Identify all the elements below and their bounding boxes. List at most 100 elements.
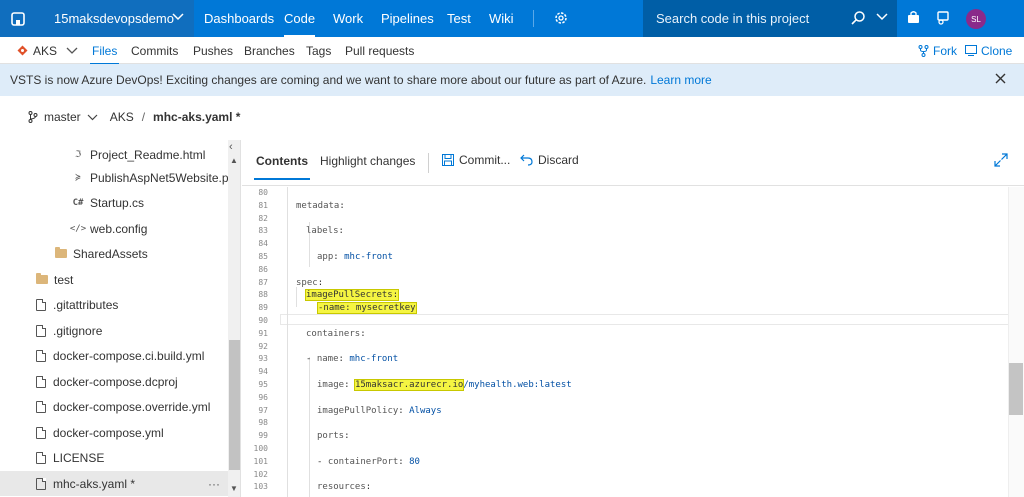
file-icon <box>36 451 46 464</box>
tree-item[interactable]: ℑ Project_Readme.html <box>72 142 240 167</box>
tree-item[interactable]: </> web.config <box>70 216 240 241</box>
nav-work[interactable]: Work <box>333 0 363 37</box>
line-number: 83 <box>258 226 268 236</box>
line-number: 91 <box>258 328 268 338</box>
code-key: resources <box>317 482 366 493</box>
code-key: name <box>316 354 339 365</box>
help-person-icon[interactable] <box>935 10 951 26</box>
nav-wiki[interactable]: Wiki <box>489 0 514 37</box>
code-value: /myhealth.web:latest <box>463 380 572 390</box>
tab-highlight-changes[interactable]: Highlight changes <box>320 154 415 168</box>
commit-button[interactable]: Commit... <box>442 153 510 167</box>
branch-selector[interactable]: master <box>44 110 81 124</box>
discard-button[interactable]: Discard <box>520 153 579 167</box>
more-options-icon[interactable]: ··· <box>208 477 220 491</box>
tab-contents[interactable]: Contents <box>254 154 310 180</box>
close-icon[interactable] <box>995 73 1006 84</box>
learn-more-link[interactable]: Learn more <box>650 73 711 87</box>
tab-pull-requests[interactable]: Pull requests <box>345 37 414 64</box>
tree-item[interactable]: docker-compose.yml <box>36 420 240 445</box>
breadcrumb-repo[interactable]: AKS <box>110 110 134 124</box>
code-line: image: 15maksacr.azurecr.io/myhealth.web… <box>317 379 572 392</box>
code-punctuation: : <box>344 380 355 390</box>
chevron-down-icon[interactable] <box>87 114 98 121</box>
search-icon[interactable] <box>850 10 866 26</box>
tree-item[interactable]: docker-compose.override.yml <box>36 394 240 419</box>
shopping-bag-icon[interactable] <box>906 10 921 25</box>
clone-button[interactable]: Clone <box>965 37 1012 64</box>
tree-folder[interactable]: SharedAssets <box>55 241 240 266</box>
tree-item[interactable]: LICENSE <box>36 445 240 470</box>
indent-guide <box>296 287 297 307</box>
code-list-dash: - <box>306 354 317 365</box>
code-key: metadata <box>296 200 340 211</box>
top-navigation-bar: 15maksdevopsdemo Dashboards Code Work Pi… <box>0 0 1024 37</box>
nav-test[interactable]: Test <box>447 0 471 37</box>
sidebar-scrollbar-thumb[interactable] <box>229 340 240 470</box>
line-number: 87 <box>258 277 268 287</box>
azure-devops-logo-icon[interactable] <box>0 0 36 37</box>
file-icon <box>36 324 46 337</box>
line-number: 100 <box>253 444 268 453</box>
code-key: labels <box>306 226 339 237</box>
scroll-up-icon[interactable]: ▲ <box>230 156 238 165</box>
scroll-down-icon[interactable]: ▼ <box>230 484 238 493</box>
folder-icon <box>55 247 67 258</box>
tab-tags[interactable]: Tags <box>306 37 331 64</box>
code-punctuation: : <box>398 405 410 416</box>
code-search-box[interactable]: Search code in this project <box>643 0 897 37</box>
breadcrumb-file: mhc-aks.yaml * <box>153 110 241 124</box>
tree-item[interactable]: ≽ PublishAspNet5Website.ps1 <box>72 165 240 190</box>
repo-selector[interactable]: AKS <box>17 37 78 64</box>
nav-code[interactable]: Code <box>284 0 316 37</box>
tab-branches[interactable]: Branches <box>244 37 295 64</box>
project-selector[interactable]: 15maksdevopsdemo <box>36 0 194 37</box>
line-number: 95 <box>258 380 268 389</box>
fork-button[interactable]: Fork <box>918 37 957 64</box>
code-punctuation: : <box>344 431 350 442</box>
line-number: 102 <box>253 469 268 479</box>
tab-files[interactable]: Files <box>89 37 120 65</box>
code-line: - name: mhc-front <box>306 353 398 366</box>
nav-dashboards[interactable]: Dashboards <box>204 0 274 37</box>
code-punctuation: : <box>333 252 345 262</box>
tree-item[interactable]: docker-compose.dcproj <box>36 369 240 394</box>
nav-pipelines[interactable]: Pipelines <box>381 0 434 37</box>
code-line: containers: <box>306 328 366 341</box>
code-editor[interactable]: 80 81 82 83 84 85 86 87 88 89 90 91 92 93 94 95 96 97 98 99… <box>242 187 1024 497</box>
chevron-down-icon[interactable] <box>876 13 888 21</box>
expand-icon[interactable] <box>994 153 1008 167</box>
repo-subnav: AKS Files Commits Pushes Branches Tags P… <box>0 37 1024 65</box>
file-icon <box>36 298 46 311</box>
tree-item-selected[interactable]: mhc-aks.yaml * ··· <box>0 471 228 496</box>
file-icon <box>36 477 46 490</box>
code-key: image <box>317 380 345 390</box>
tree-item[interactable]: .gitattributes <box>36 292 240 317</box>
tree-item[interactable]: docker-compose.ci.build.yml <box>36 343 240 368</box>
tab-pushes[interactable]: Pushes <box>193 37 233 64</box>
line-number: 80 <box>258 188 268 197</box>
code-key: containers <box>306 328 361 339</box>
chevron-down-icon <box>172 13 184 21</box>
tree-item[interactable]: .gitignore <box>36 318 240 343</box>
code-punctuation: : <box>338 354 350 365</box>
avatar[interactable]: SL <box>966 9 986 29</box>
announcement-banner: VSTS is now Azure DevOps! Exciting chang… <box>0 64 1024 96</box>
tree-folder[interactable]: test <box>36 267 240 292</box>
collapse-sidebar-icon[interactable]: ‹ <box>229 141 233 153</box>
editor-scrollbar[interactable] <box>1008 187 1024 497</box>
line-number: 86 <box>258 264 268 274</box>
tab-commits[interactable]: Commits <box>131 37 178 64</box>
tree-item[interactable]: C# Startup.cs <box>72 190 240 215</box>
breadcrumb-bar: master AKS / mhc-aks.yaml * <box>0 96 1024 140</box>
code-line: resources: <box>317 481 371 494</box>
chevron-down-icon <box>66 47 78 54</box>
gear-icon[interactable] <box>553 10 569 26</box>
editor-scrollbar-thumb[interactable] <box>1009 363 1023 415</box>
file-icon <box>36 349 46 362</box>
file-icon <box>36 400 46 413</box>
folder-icon <box>36 273 48 284</box>
line-number: 103 <box>253 482 268 492</box>
code-key: ports <box>317 431 345 442</box>
html-file-icon: ℑ <box>74 149 82 160</box>
